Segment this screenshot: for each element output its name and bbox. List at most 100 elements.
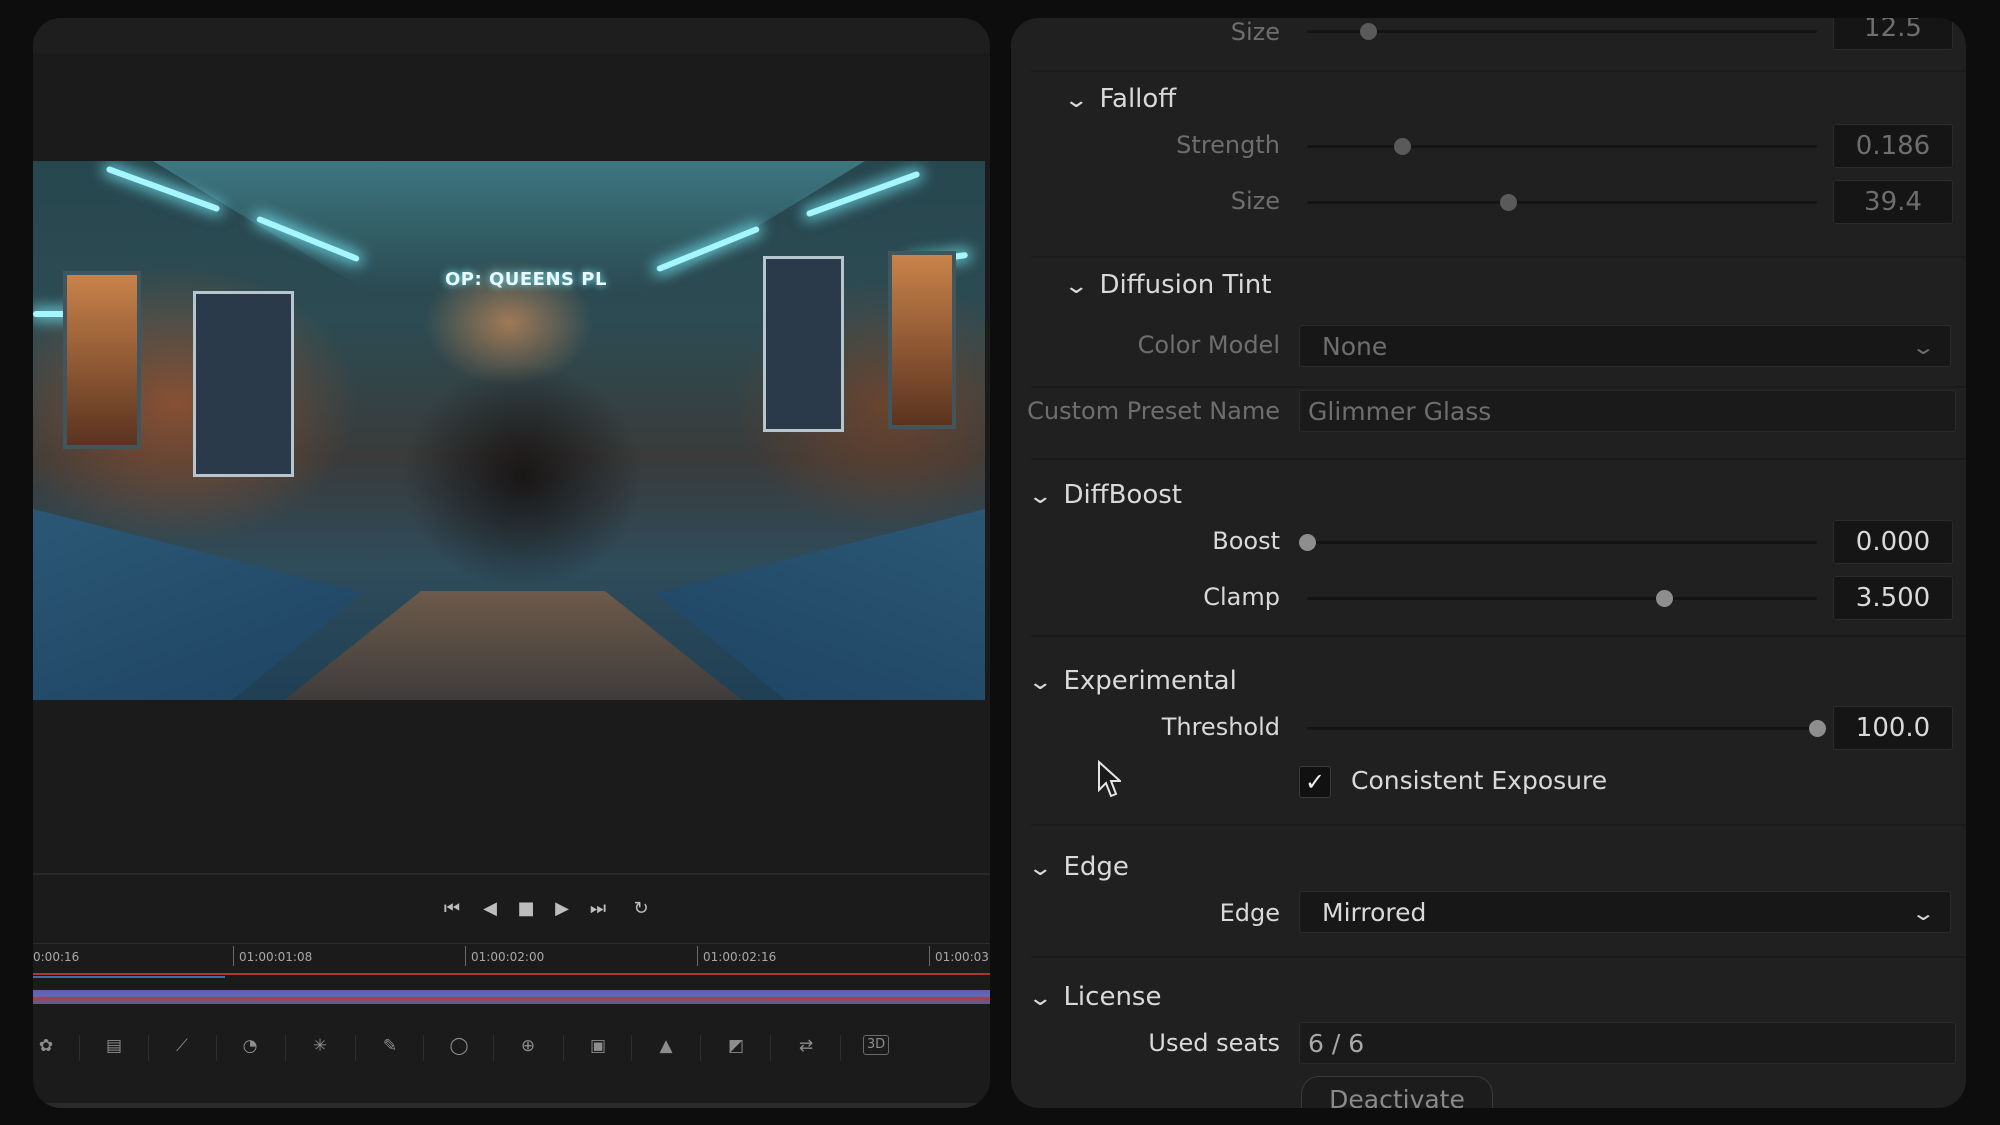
boost-slider[interactable] xyxy=(1299,534,1817,551)
ruler-tick xyxy=(929,946,930,966)
threshold-value-field[interactable]: 100.0 xyxy=(1833,706,1953,750)
mouse-cursor-icon xyxy=(1098,760,1121,798)
skip-to-start-icon[interactable]: ⏮ xyxy=(438,899,466,919)
skip-to-end-icon[interactable]: ⏭ xyxy=(584,899,612,919)
train-window xyxy=(888,251,956,429)
toolbar-divider xyxy=(770,1035,771,1061)
falloff-size-slider[interactable] xyxy=(1307,194,1817,211)
section-title: DiffBoost xyxy=(1063,480,1182,510)
chevron-down-icon: ⌄ xyxy=(1027,856,1054,881)
step-back-icon[interactable]: ◀ xyxy=(476,899,504,919)
viewer-image[interactable]: OP: QUEENS PL xyxy=(33,161,985,700)
checkbox-label[interactable]: Consistent Exposure xyxy=(1351,766,1607,795)
param-label: Clamp xyxy=(1203,583,1280,611)
color-wheels-icon[interactable]: ✿ xyxy=(33,1035,59,1057)
size-value-field[interactable]: 12.5 xyxy=(1833,18,1953,50)
param-size-top: Size 12.5 xyxy=(1011,18,1966,68)
hdr-icon[interactable]: ▤ xyxy=(101,1035,127,1057)
timecode: 01:00:02:16 xyxy=(703,950,777,964)
size-slider[interactable] xyxy=(1307,23,1817,40)
toolbar-divider xyxy=(216,1035,217,1061)
timecode: 01:00:03:0 xyxy=(935,950,990,964)
strength-slider[interactable] xyxy=(1307,138,1817,155)
falloff-size-value-field[interactable]: 39.4 xyxy=(1833,180,1953,224)
toolbar-divider xyxy=(148,1035,149,1061)
slider-knob[interactable] xyxy=(1299,534,1316,551)
deactivate-button[interactable]: Deactivate xyxy=(1301,1076,1493,1108)
station-sign: OP: QUEENS PL xyxy=(445,269,607,290)
curves-icon[interactable]: ⟋ xyxy=(169,1035,195,1057)
train-seat-left xyxy=(33,509,363,700)
edge-dropdown[interactable]: Mirrored ⌄ xyxy=(1299,891,1951,933)
section-title: Falloff xyxy=(1099,84,1177,114)
poster xyxy=(193,291,294,477)
train-seat-right xyxy=(655,509,985,700)
consistent-exposure-checkbox[interactable]: ✓ xyxy=(1299,766,1331,798)
section-divider xyxy=(1031,256,1966,258)
play-icon[interactable]: ▶ xyxy=(548,899,576,919)
strength-value-field[interactable]: 0.186 xyxy=(1833,124,1953,168)
blur-icon[interactable]: ▲ xyxy=(653,1035,679,1057)
ruler-tick xyxy=(233,946,234,966)
viewer-panel: OP: QUEENS PL ⏮ ◀ ■ ▶ ⏭ ↻ 0:00:16 01:00:… xyxy=(33,18,990,1108)
slider-knob[interactable] xyxy=(1499,194,1517,211)
boost-value-field[interactable]: 0.000 xyxy=(1833,520,1953,564)
param-label: Strength xyxy=(1176,131,1280,159)
sizing-icon[interactable]: ⇄ xyxy=(793,1035,819,1057)
section-divider xyxy=(1031,458,1966,460)
section-title: Diffusion Tint xyxy=(1099,270,1272,300)
section-license[interactable]: ⌄ License xyxy=(1027,982,1162,1012)
timeline-clip-band[interactable] xyxy=(33,990,990,1004)
magic-mask-icon[interactable]: ▣ xyxy=(585,1035,611,1057)
custom-preset-name-input[interactable]: Glimmer Glass xyxy=(1299,390,1956,432)
slider-knob[interactable] xyxy=(1360,23,1378,40)
stop-icon[interactable]: ■ xyxy=(512,899,540,919)
section-diffusion-tint[interactable]: ⌄ Diffusion Tint xyxy=(1063,270,1272,300)
section-divider xyxy=(1031,386,1966,388)
param-label: Custom Preset Name xyxy=(1027,397,1280,425)
timecode: 01:00:01:08 xyxy=(239,950,313,964)
timeline-progress-track xyxy=(33,976,225,978)
chevron-down-icon: ⌄ xyxy=(1027,484,1054,509)
toolbar-divider xyxy=(79,1035,80,1061)
loop-icon[interactable]: ↻ xyxy=(627,899,655,919)
param-label: Used seats xyxy=(1148,1029,1280,1057)
transport-controls: ⏮ ◀ ■ ▶ ⏭ ↻ xyxy=(33,873,990,935)
inspector-panel: Size 12.5 ⌄ Falloff Strength 0.186 Size 3… xyxy=(1011,18,1966,1108)
qualifier-icon[interactable]: ◔ xyxy=(237,1035,263,1057)
dropdown-value: None xyxy=(1322,332,1388,361)
param-label: Threshold xyxy=(1161,713,1280,741)
picker-icon[interactable]: ✎ xyxy=(377,1035,403,1057)
used-seats-field: 6 / 6 xyxy=(1299,1022,1956,1064)
param-label: Size xyxy=(1230,18,1280,46)
toolbar-divider xyxy=(700,1035,701,1061)
section-edge[interactable]: ⌄ Edge xyxy=(1027,852,1129,882)
slider-knob[interactable] xyxy=(1656,590,1673,607)
color-toolbar: ✿ ▤ ⟋ ◔ ✳ ✎ ◯ ⊕ ▣ ▲ ◩ ⇄ 3D xyxy=(33,1023,990,1073)
timecode: 01:00:02:00 xyxy=(471,950,545,964)
train-window xyxy=(63,271,141,449)
3d-icon[interactable]: 3D xyxy=(863,1035,889,1055)
slider-knob[interactable] xyxy=(1393,138,1411,155)
color-model-dropdown[interactable]: None ⌄ xyxy=(1299,325,1951,367)
slider-knob[interactable] xyxy=(1809,720,1826,737)
window-grid-icon[interactable]: ✳ xyxy=(307,1035,333,1057)
clamp-slider[interactable] xyxy=(1307,590,1817,607)
section-title: License xyxy=(1063,982,1162,1012)
param-label: Boost xyxy=(1212,527,1280,555)
threshold-slider[interactable] xyxy=(1307,720,1826,737)
poster xyxy=(763,256,844,432)
clamp-value-field[interactable]: 3.500 xyxy=(1833,576,1953,620)
section-falloff[interactable]: ⌄ Falloff xyxy=(1063,84,1177,114)
tracker-icon[interactable]: ⊕ xyxy=(515,1035,541,1057)
toolbar-divider xyxy=(355,1035,356,1061)
chevron-down-icon: ⌄ xyxy=(1911,901,1937,925)
key-icon[interactable]: ◩ xyxy=(723,1035,749,1057)
timeline-ruler[interactable]: 0:00:16 01:00:01:08 01:00:02:00 01:00:02… xyxy=(33,943,990,972)
section-experimental[interactable]: ⌄ Experimental xyxy=(1027,666,1237,696)
power-window-icon[interactable]: ◯ xyxy=(446,1035,472,1057)
timecode: 0:00:16 xyxy=(33,950,80,964)
section-diffboost[interactable]: ⌄ DiffBoost xyxy=(1027,480,1182,510)
panel-bottom-bar xyxy=(33,1103,990,1108)
param-label: Edge xyxy=(1219,899,1280,927)
